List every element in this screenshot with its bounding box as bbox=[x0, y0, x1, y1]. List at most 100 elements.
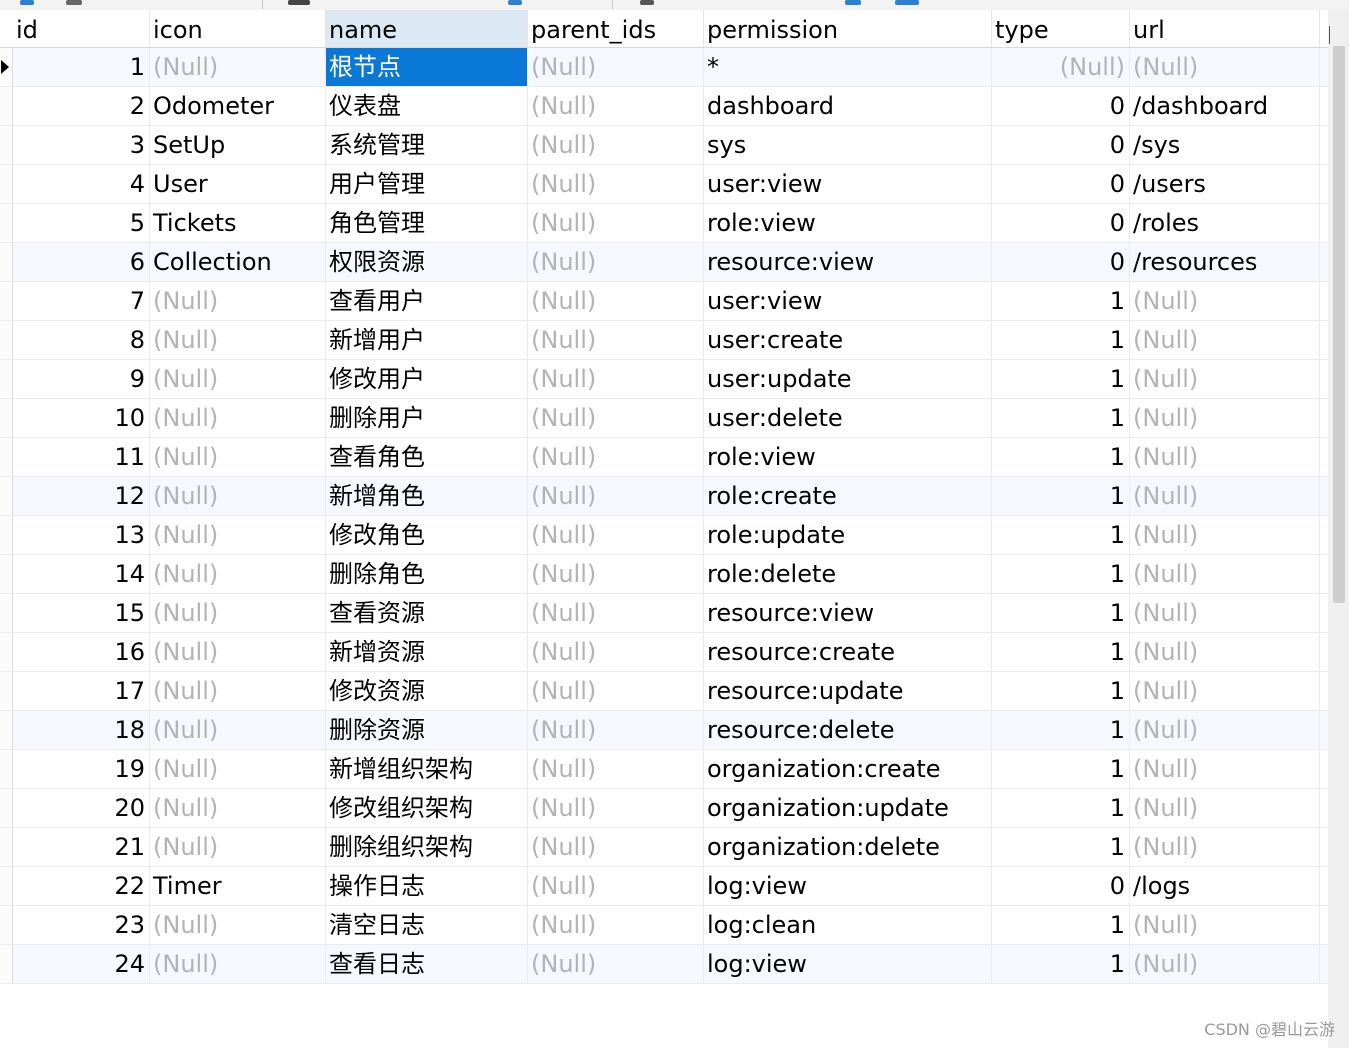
cell-type[interactable]: 1 bbox=[992, 711, 1130, 749]
cell-url[interactable]: (Null) bbox=[1130, 906, 1320, 944]
cell-name[interactable]: 删除组织架构 bbox=[326, 828, 528, 866]
cell-parent-ids[interactable]: (Null) bbox=[528, 516, 704, 554]
cell-permission[interactable]: log:view bbox=[704, 867, 992, 905]
row-selector[interactable] bbox=[0, 126, 13, 164]
cell-name[interactable]: 角色管理 bbox=[326, 204, 528, 242]
cell-permission[interactable]: organization:update bbox=[704, 789, 992, 827]
cell-icon[interactable]: (Null) bbox=[150, 672, 326, 710]
cell-parent-ids[interactable]: (Null) bbox=[528, 906, 704, 944]
cell-permission[interactable]: resource:delete bbox=[704, 711, 992, 749]
cell-parent-ids[interactable]: (Null) bbox=[528, 48, 704, 86]
cell-name[interactable]: 删除用户 bbox=[326, 399, 528, 437]
cell-id[interactable]: 22 bbox=[13, 867, 150, 905]
cell-icon[interactable]: (Null) bbox=[150, 594, 326, 632]
cell-icon[interactable]: (Null) bbox=[150, 789, 326, 827]
cell-permission[interactable]: dashboard bbox=[704, 87, 992, 125]
cell-permission[interactable]: user:create bbox=[704, 321, 992, 359]
row-selector[interactable] bbox=[0, 321, 13, 359]
cell-permission[interactable]: organization:delete bbox=[704, 828, 992, 866]
cell-permission[interactable]: * bbox=[704, 48, 992, 86]
row-selector[interactable] bbox=[0, 672, 13, 710]
cell-type[interactable]: 1 bbox=[992, 945, 1130, 983]
cell-url[interactable]: /sys bbox=[1130, 126, 1320, 164]
table-row[interactable]: 22 Timer 操作日志 (Null) log:view 0/logs bbox=[0, 867, 1328, 906]
cell-name[interactable]: 新增用户 bbox=[326, 321, 528, 359]
cell-name[interactable]: 权限资源 bbox=[326, 243, 528, 281]
table-row[interactable]: 18 (Null) 删除资源 (Null) resource:delete 1 (Null) bbox=[0, 711, 1328, 750]
toolbar-icon[interactable] bbox=[508, 0, 522, 5]
cell-id[interactable]: 20 bbox=[13, 789, 150, 827]
cell-icon[interactable]: (Null) bbox=[150, 399, 326, 437]
cell-type[interactable]: 1 bbox=[992, 906, 1130, 944]
cell-type[interactable]: 1 bbox=[992, 555, 1130, 593]
table-row[interactable]: 10 (Null) 删除用户 (Null) user:delete 1 (Null) bbox=[0, 399, 1328, 438]
cell-url[interactable]: (Null) bbox=[1130, 594, 1320, 632]
toolbar-icon[interactable] bbox=[66, 0, 82, 5]
cell-name[interactable]: 删除角色 bbox=[326, 555, 528, 593]
cell-name[interactable]: 用户管理 bbox=[326, 165, 528, 203]
cell-id[interactable]: 3 bbox=[13, 126, 150, 164]
cell-permission[interactable]: role:delete bbox=[704, 555, 992, 593]
cell-icon[interactable]: (Null) bbox=[150, 438, 326, 476]
cell-id[interactable]: 7 bbox=[13, 282, 150, 320]
cell-name[interactable]: 查看用户 bbox=[326, 282, 528, 320]
cell-url[interactable]: /dashboard bbox=[1130, 87, 1320, 125]
row-selector[interactable] bbox=[0, 165, 13, 203]
table-row[interactable]: 8 (Null) 新增用户 (Null) user:create 1 (Null) bbox=[0, 321, 1328, 360]
cell-icon[interactable]: Collection bbox=[150, 243, 326, 281]
cell-name[interactable]: 系统管理 bbox=[326, 126, 528, 164]
table-row[interactable]: 4 User 用户管理 (Null) user:view 0/users bbox=[0, 165, 1328, 204]
cell-parent-ids[interactable]: (Null) bbox=[528, 87, 704, 125]
cell-icon[interactable]: (Null) bbox=[150, 828, 326, 866]
table-row[interactable]: 24 (Null) 查看日志 (Null) log:view 1 (Null) bbox=[0, 945, 1328, 984]
row-selector[interactable] bbox=[0, 945, 13, 983]
table-row[interactable]: 17 (Null) 修改资源 (Null) resource:update 1 (Null) bbox=[0, 672, 1328, 711]
row-selector[interactable] bbox=[0, 282, 13, 320]
table-row[interactable]: 16 (Null) 新增资源 (Null) resource:create 1 (Null) bbox=[0, 633, 1328, 672]
cell-name[interactable]: 修改角色 bbox=[326, 516, 528, 554]
cell-url[interactable]: (Null) bbox=[1130, 321, 1320, 359]
cell-permission[interactable]: role:view bbox=[704, 204, 992, 242]
row-selector[interactable] bbox=[0, 477, 13, 515]
table-row[interactable]: 11 (Null) 查看角色 (Null) role:view 1 (Null) bbox=[0, 438, 1328, 477]
cell-id[interactable]: 1 bbox=[13, 48, 150, 86]
cell-permission[interactable]: resource:view bbox=[704, 594, 992, 632]
cell-permission[interactable]: role:update bbox=[704, 516, 992, 554]
cell-name[interactable]: 清空日志 bbox=[326, 906, 528, 944]
cell-icon[interactable]: User bbox=[150, 165, 326, 203]
cell-id[interactable]: 5 bbox=[13, 204, 150, 242]
cell-url[interactable]: (Null) bbox=[1130, 516, 1320, 554]
cell-parent-ids[interactable]: (Null) bbox=[528, 789, 704, 827]
cell-id[interactable]: 8 bbox=[13, 321, 150, 359]
cell-url[interactable]: (Null) bbox=[1130, 555, 1320, 593]
cell-icon[interactable]: Timer bbox=[150, 867, 326, 905]
row-selector[interactable] bbox=[0, 789, 13, 827]
cell-id[interactable]: 4 bbox=[13, 165, 150, 203]
cell-icon[interactable]: (Null) bbox=[150, 321, 326, 359]
cell-url[interactable]: (Null) bbox=[1130, 48, 1320, 86]
table-row[interactable]: 5 Tickets 角色管理 (Null) role:view 0/roles bbox=[0, 204, 1328, 243]
row-selector[interactable] bbox=[0, 555, 13, 593]
cell-parent-ids[interactable]: (Null) bbox=[528, 555, 704, 593]
cell-id[interactable]: 13 bbox=[13, 516, 150, 554]
cell-id[interactable]: 23 bbox=[13, 906, 150, 944]
cell-id[interactable]: 17 bbox=[13, 672, 150, 710]
cell-id[interactable]: 6 bbox=[13, 243, 150, 281]
toolbar-icon[interactable] bbox=[20, 0, 34, 5]
cell-type[interactable]: 1 bbox=[992, 516, 1130, 554]
cell-type[interactable]: 1 bbox=[992, 750, 1130, 788]
column-header-name[interactable]: name bbox=[326, 10, 528, 47]
cell-type[interactable]: 1 bbox=[992, 477, 1130, 515]
cell-icon[interactable]: (Null) bbox=[150, 360, 326, 398]
cell-url[interactable]: /users bbox=[1130, 165, 1320, 203]
column-header-permission[interactable]: permission bbox=[704, 10, 992, 47]
cell-id[interactable]: 15 bbox=[13, 594, 150, 632]
cell-url[interactable]: (Null) bbox=[1130, 633, 1320, 671]
cell-url[interactable]: (Null) bbox=[1130, 672, 1320, 710]
cell-name[interactable]: 删除资源 bbox=[326, 711, 528, 749]
column-header-parent-ids[interactable]: parent_ids bbox=[528, 10, 704, 47]
cell-icon[interactable]: (Null) bbox=[150, 555, 326, 593]
row-selector[interactable] bbox=[0, 594, 13, 632]
table-row[interactable]: 19 (Null) 新增组织架构 (Null) organization:create 1… bbox=[0, 750, 1328, 789]
table-row[interactable]: 3 SetUp 系统管理 (Null) sys 0/sys bbox=[0, 126, 1328, 165]
